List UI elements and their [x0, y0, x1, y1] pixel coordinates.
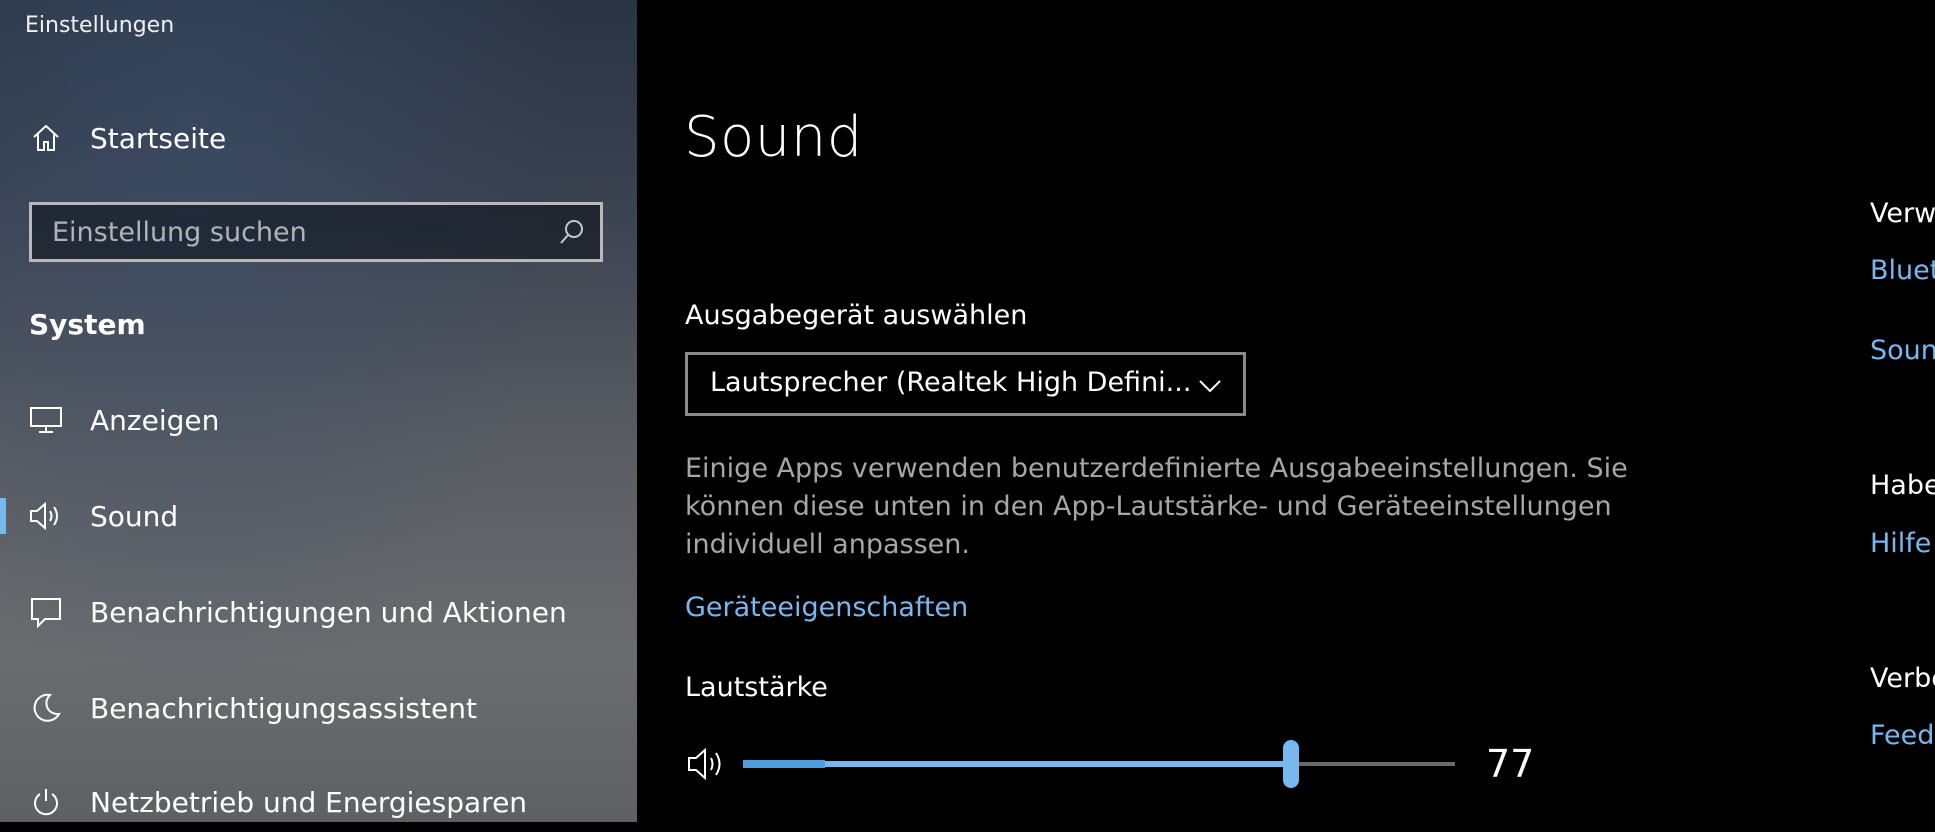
active-indicator — [0, 498, 6, 534]
moon-icon — [28, 690, 64, 726]
slider-fill — [743, 761, 1292, 767]
sidebar-item-netzbetrieb[interactable]: Netzbetrieb und Energiesparen — [0, 772, 637, 832]
output-description: Einige Apps verwenden benutzerdefinierte… — [685, 453, 1628, 560]
feedback-heading: Verbe — [1870, 663, 1935, 694]
notification-icon — [28, 594, 64, 630]
speaker-icon[interactable] — [685, 744, 729, 788]
sidebar-item-sound[interactable]: Sound — [0, 486, 637, 546]
page-title: Sound — [684, 105, 863, 170]
volume-slider[interactable] — [685, 740, 1505, 790]
home-icon — [28, 120, 64, 156]
speaker-icon — [28, 498, 64, 534]
group-title: System — [29, 308, 146, 341]
device-properties-link[interactable]: Geräteeigenschaften — [685, 592, 968, 623]
slider-fill-highlight — [743, 760, 825, 768]
sidebar-item-label: Benachrichtigungen und Aktionen — [90, 595, 567, 629]
sidebar: Einstellungen Startseite System Anzeigen… — [0, 0, 637, 822]
output-device-value: Lautsprecher (Realtek High Defini... — [710, 367, 1192, 398]
nav-home[interactable]: Startseite — [0, 108, 637, 168]
volume-value: 77 — [1486, 742, 1535, 786]
slider-thumb[interactable] — [1283, 740, 1300, 788]
power-icon — [28, 784, 64, 820]
chevron-down-icon — [1197, 373, 1223, 399]
sidebar-item-anzeigen[interactable]: Anzeigen — [0, 390, 637, 450]
bluetooth-link[interactable]: Bluet — [1870, 255, 1935, 286]
monitor-icon — [28, 402, 64, 438]
search-icon[interactable] — [558, 218, 586, 246]
output-device-dropdown[interactable]: Lautsprecher (Realtek High Defini... — [685, 352, 1246, 416]
feedback-link[interactable]: Feed — [1870, 720, 1934, 751]
nav-home-label: Startseite — [90, 121, 227, 155]
sidebar-item-label: Anzeigen — [90, 403, 220, 437]
related-settings-heading: Verw — [1870, 198, 1935, 229]
sidebar-item-benachrichtigungsassistent[interactable]: Benachrichtigungsassistent — [0, 678, 637, 738]
sound-control-panel-link[interactable]: Soun — [1870, 335, 1935, 366]
sidebar-item-label: Sound — [90, 499, 179, 533]
sidebar-item-label: Benachrichtigungsassistent — [90, 691, 477, 725]
sidebar-item-label: Netzbetrieb und Energiesparen — [90, 785, 528, 819]
search-input[interactable] — [32, 205, 532, 259]
volume-label: Lautstärke — [685, 672, 828, 703]
help-heading: Habe — [1870, 470, 1935, 501]
sidebar-item-benachrichtigungen[interactable]: Benachrichtigungen und Aktionen — [0, 582, 637, 642]
search-box[interactable] — [29, 202, 603, 262]
main-content: Sound Ausgabegerät auswählen Lautspreche… — [637, 0, 1935, 822]
help-link[interactable]: Hilfe — [1870, 528, 1931, 559]
window-title: Einstellungen — [25, 13, 175, 38]
output-device-label: Ausgabegerät auswählen — [685, 300, 1028, 331]
